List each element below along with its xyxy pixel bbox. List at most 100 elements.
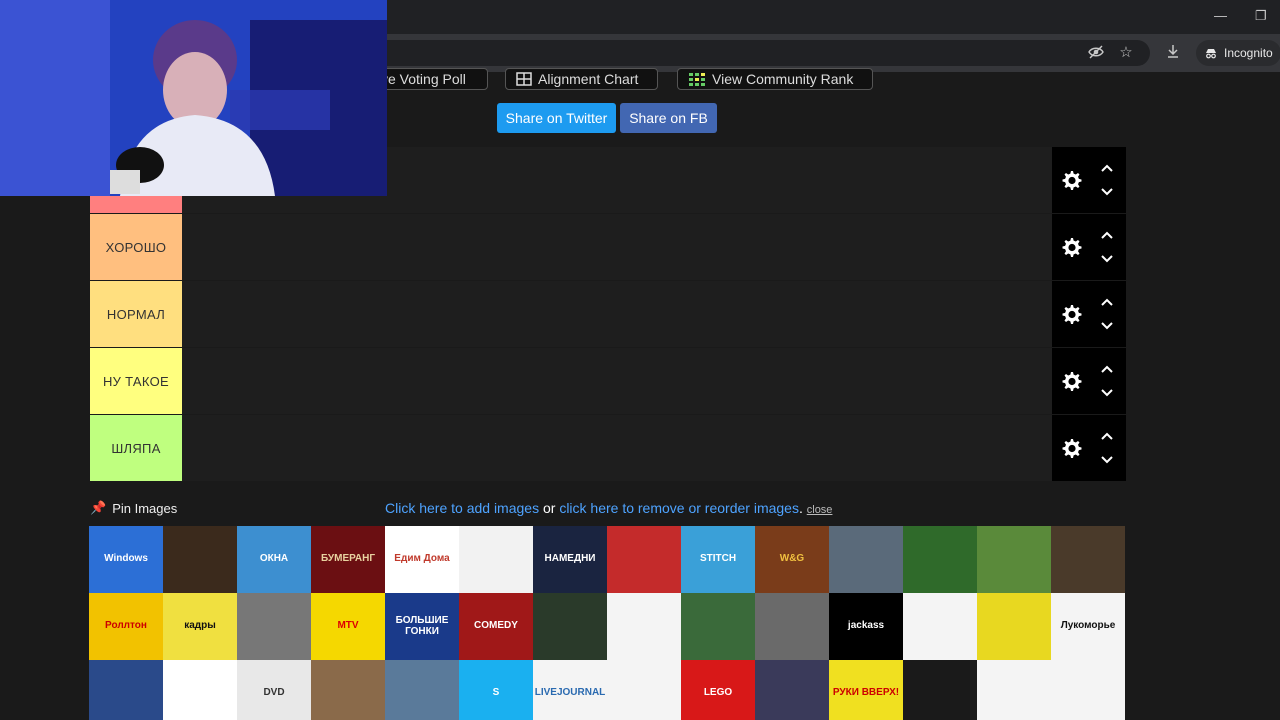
image-tile[interactable]: БУМЕРАНГ [311,526,385,593]
move-down-icon[interactable] [1100,254,1114,264]
reorder-images-link[interactable]: click here to remove or reorder images [559,500,799,516]
tier-drop-zone[interactable] [182,214,1052,280]
tier-drop-zone[interactable] [182,348,1052,414]
image-tile[interactable] [829,526,903,593]
tier-controls [1052,214,1126,280]
image-tile[interactable]: Роллтон [89,593,163,660]
image-tile[interactable] [237,593,311,660]
image-tile[interactable]: LEGO [681,660,755,720]
image-tile[interactable] [163,660,237,720]
image-tile[interactable] [459,526,533,593]
image-tile[interactable] [1051,660,1125,720]
pin-images-row: 📌 Pin Images Click here to add images or… [90,499,1126,519]
image-tile[interactable]: Windows [89,526,163,593]
settings-gear-icon[interactable] [1058,435,1084,461]
image-tile[interactable]: Лукоморье [1051,593,1125,660]
image-tile[interactable] [681,593,755,660]
image-tile[interactable]: LIVEJOURNAL [533,660,607,720]
image-tile[interactable]: РУКИ ВВЕРХ! [829,660,903,720]
webcam-overlay [0,0,387,196]
image-tile[interactable]: MTV [311,593,385,660]
image-tile[interactable] [755,593,829,660]
tier-row: ХОРОШО [90,214,1126,281]
tier-label[interactable]: ХОРОШО [90,214,182,280]
image-tile[interactable]: COMEDY [459,593,533,660]
close-link[interactable]: close [807,504,833,516]
or-text: or [539,500,560,516]
image-tile[interactable]: jackass [829,593,903,660]
move-up-icon[interactable] [1100,230,1114,240]
share-twitter-button[interactable]: Share on Twitter [497,103,616,133]
alignment-chart-label: Alignment Chart [538,71,639,87]
image-tile[interactable] [977,593,1051,660]
image-tile[interactable]: НАМЕДНИ [533,526,607,593]
tier-label[interactable]: НУ ТАКОЕ [90,348,182,414]
tier-label[interactable]: ШЛЯПА [90,415,182,481]
image-tile[interactable] [385,660,459,720]
image-tile[interactable] [903,593,977,660]
image-tile[interactable] [89,660,163,720]
tier-controls [1052,348,1126,414]
image-tile[interactable] [903,526,977,593]
image-tile[interactable] [607,526,681,593]
image-tile[interactable]: DVD [237,660,311,720]
settings-gear-icon[interactable] [1058,301,1084,327]
image-tile[interactable]: Едим Дома [385,526,459,593]
voting-poll-button[interactable]: ve Voting Poll [370,68,488,90]
image-tile[interactable]: W&G [755,526,829,593]
image-tile[interactable]: БОЛЬШИЕ ГОНКИ [385,593,459,660]
tier-row: НУ ТАКОЕ [90,348,1126,415]
image-tile[interactable]: STITCH [681,526,755,593]
tier-drop-zone[interactable] [182,281,1052,347]
tier-controls [1052,281,1126,347]
restore-icon[interactable]: ❐ [1255,8,1267,24]
move-up-icon[interactable] [1100,364,1114,374]
tier-label[interactable]: НОРМАЛ [90,281,182,347]
settings-gear-icon[interactable] [1058,167,1084,193]
image-tile[interactable]: кадры [163,593,237,660]
incognito-icon [1206,49,1216,59]
download-icon[interactable] [1163,43,1183,63]
image-tile[interactable] [607,593,681,660]
community-rank-button[interactable]: View Community Rank [677,68,873,90]
share-fb-button[interactable]: Share on FB [620,103,717,133]
period-text: . [798,500,807,516]
image-tile[interactable] [755,660,829,720]
alignment-chart-button[interactable]: Alignment Chart [505,68,658,90]
move-down-icon[interactable] [1100,388,1114,398]
tier-controls [1052,415,1126,481]
image-tile[interactable] [903,660,977,720]
eye-off-icon[interactable] [1086,43,1106,63]
grid-icon [516,72,532,86]
add-images-link[interactable]: Click here to add images [385,500,539,516]
tier-row: ШЛЯПА [90,415,1126,482]
image-tile[interactable] [607,660,681,720]
rank-grid-icon [689,73,705,86]
image-pool: Windows ОКНА БУМЕРАНГ Едим Дома НАМЕДНИ STITC… [89,526,1126,720]
settings-gear-icon[interactable] [1058,368,1084,394]
image-tile[interactable] [533,593,607,660]
incognito-badge[interactable]: Incognito [1196,40,1280,66]
settings-gear-icon[interactable] [1058,234,1084,260]
image-tile[interactable] [977,660,1051,720]
star-icon[interactable]: ☆ [1116,43,1136,63]
move-down-icon[interactable] [1100,455,1114,465]
pin-icon: 📌 [90,500,107,515]
image-tile[interactable]: S [459,660,533,720]
voting-poll-label: ve Voting Poll [381,71,466,87]
pin-images-toggle[interactable]: 📌 Pin Images [90,500,177,516]
pin-images-label: Pin Images [112,500,178,516]
minimize-icon[interactable]: — [1214,8,1227,23]
image-tile[interactable] [163,526,237,593]
image-tile[interactable] [311,660,385,720]
tier-drop-zone[interactable] [182,415,1052,481]
move-up-icon[interactable] [1100,431,1114,441]
move-up-icon[interactable] [1100,297,1114,307]
move-up-icon[interactable] [1100,163,1114,173]
tier-list: ХОРОШО НОРМАЛ НУ ТАКОЕ ШЛЯПА [90,147,1126,482]
move-down-icon[interactable] [1100,321,1114,331]
move-down-icon[interactable] [1100,187,1114,197]
image-tile[interactable] [977,526,1051,593]
image-tile[interactable] [1051,526,1125,593]
image-tile[interactable]: ОКНА [237,526,311,593]
